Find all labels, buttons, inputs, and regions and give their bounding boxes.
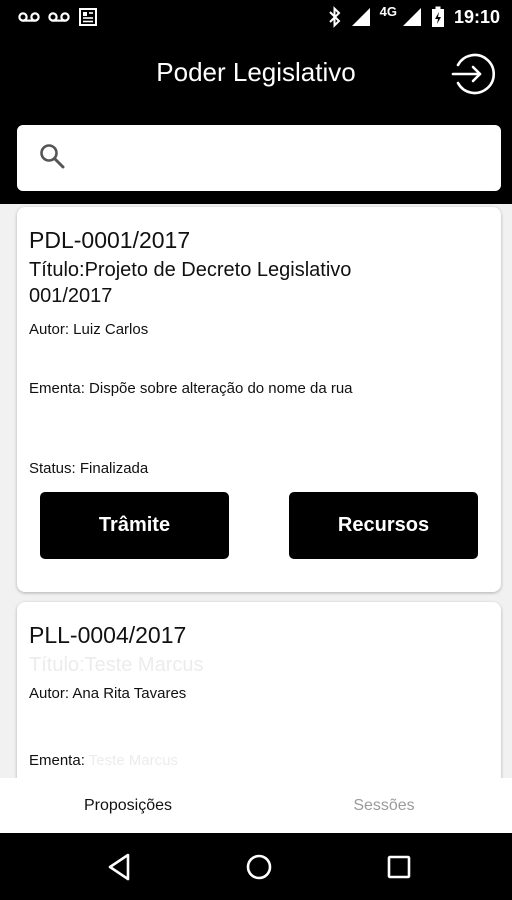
recent-apps-icon [383,855,415,887]
proposal-list[interactable]: PDL-0001/2017 Título:Projeto de Decreto … [0,204,512,778]
proposal-card[interactable]: PDL-0001/2017 Título:Projeto de Decreto … [17,207,501,592]
search-icon[interactable] [39,143,65,174]
proposal-code: PLL-0004/2017 [29,622,187,648]
ementa-label: Ementa: [29,752,85,769]
system-icons: 4G 19:10 [328,3,500,28]
bluetooth-icon [328,6,342,28]
voicemail-icon [18,10,40,24]
home-button[interactable] [243,851,275,883]
logout-icon [449,53,496,101]
bottom-tab-bar: Proposições Sessões [0,778,512,833]
proposal-ementa: Ementa: Teste Marcus [29,752,178,769]
proposal-title: Título:Teste Marcus [29,654,204,676]
proposal-title: Título:Projeto de Decreto Legislativo 00… [29,259,352,307]
network-type: 4G [379,3,397,19]
system-nav-bar [0,833,512,900]
ementa-value: Teste Marcus [88,752,178,769]
notification-icons [18,7,98,27]
proposal-status: Status: Finalizada [29,460,149,477]
back-button[interactable] [104,851,136,883]
back-icon [104,853,136,887]
tab-proposicoes[interactable]: Proposições [0,778,256,833]
battery-charging-icon [431,6,445,28]
recent-apps-button[interactable] [383,851,415,883]
proposal-card[interactable]: PLL-0004/2017 Título:Teste Marcus Autor:… [17,602,501,778]
signal-icon [402,7,422,27]
page-title: Poder Legislativo [156,57,356,87]
recursos-button[interactable]: Recursos [289,492,478,559]
signal-icon [351,7,371,27]
logout-button[interactable] [449,51,496,97]
proposal-author: Autor: Luiz Carlos [29,321,149,338]
home-icon [243,854,275,887]
tab-sessoes[interactable]: Sessões [256,778,512,833]
search-bar [17,125,501,191]
proposal-author: Autor: Ana Rita Tavares [29,685,187,702]
tramite-button[interactable]: Trâmite [40,492,229,559]
proposal-ementa: Ementa: Dispõe sobre alteração do nome d… [29,380,353,397]
proposal-code: PDL-0001/2017 [29,227,191,253]
news-icon [78,7,98,27]
clock: 19:10 [453,6,500,27]
status-bar: 4G 19:10 [0,0,512,36]
search-input[interactable] [79,147,501,169]
voicemail-icon [48,10,70,24]
